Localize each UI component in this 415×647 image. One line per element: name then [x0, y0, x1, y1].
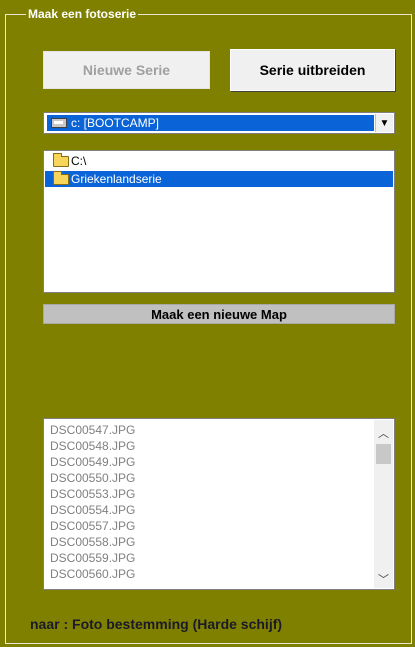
scroll-up-icon[interactable]: ︿ [374, 424, 393, 442]
extend-series-button[interactable]: Serie uitbreiden [230, 49, 395, 91]
folder-open-icon [53, 152, 69, 167]
drive-select[interactable]: c: [BOOTCAMP] ▼ [43, 112, 395, 134]
groupbox-title: Maak een fotoserie [26, 6, 139, 22]
new-series-button[interactable]: Nieuwe Serie [43, 51, 210, 89]
directory-label: C:\ [71, 154, 87, 168]
scroll-thumb[interactable] [376, 444, 391, 464]
file-list-scrollbar[interactable]: ︿ ﹀ [374, 420, 393, 588]
dropdown-arrow-icon[interactable]: ▼ [375, 114, 393, 132]
list-item[interactable]: DSC00548.JPG [50, 438, 135, 454]
list-item[interactable]: DSC00557.JPG [50, 518, 135, 534]
folder-open-icon [53, 170, 69, 185]
directory-list[interactable]: C:\ Griekenlandserie [43, 150, 395, 293]
drive-selected-value: c: [BOOTCAMP] [47, 115, 374, 131]
list-item[interactable]: DSC00547.JPG [50, 422, 135, 438]
list-item[interactable]: DSC00550.JPG [50, 470, 135, 486]
directory-item-root[interactable]: C:\ [45, 152, 253, 169]
file-list[interactable]: DSC00547.JPG DSC00548.JPG DSC00549.JPG D… [43, 418, 395, 590]
directory-item-griekenlandserie[interactable]: Griekenlandserie [45, 170, 393, 187]
list-item[interactable]: DSC00559.JPG [50, 550, 135, 566]
drive-icon [51, 118, 67, 128]
new-folder-button[interactable]: Maak een nieuwe Map [43, 304, 395, 324]
list-item[interactable]: DSC00554.JPG [50, 502, 135, 518]
list-item[interactable]: DSC00558.JPG [50, 534, 135, 550]
drive-label: c: [BOOTCAMP] [71, 116, 160, 130]
directory-label: Griekenlandserie [71, 172, 162, 186]
list-item[interactable]: DSC00560.JPG [50, 566, 135, 582]
list-item[interactable]: DSC00549.JPG [50, 454, 135, 470]
scroll-down-icon[interactable]: ﹀ [374, 570, 393, 588]
list-item[interactable]: DSC00553.JPG [50, 486, 135, 502]
destination-label: naar : Foto bestemming (Harde schijf) [30, 616, 283, 632]
